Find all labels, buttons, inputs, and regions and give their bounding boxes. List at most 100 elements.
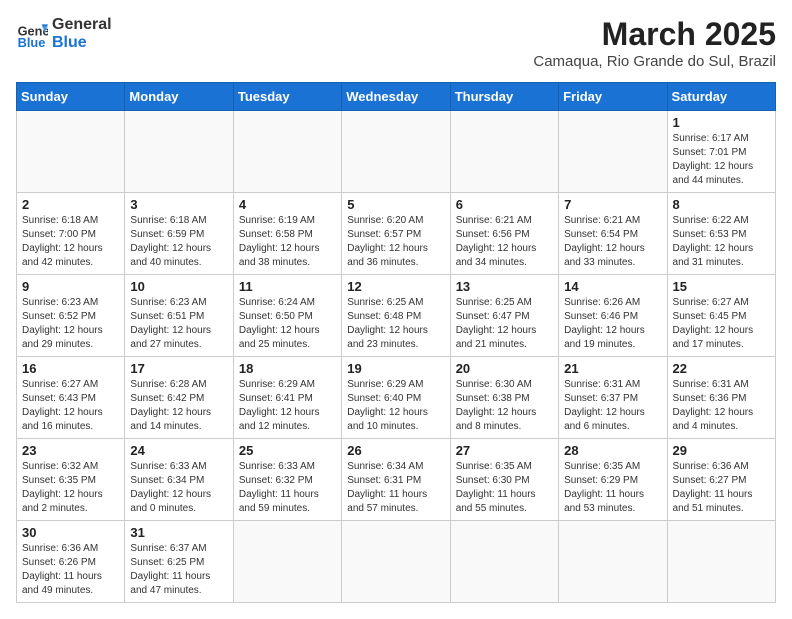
calendar-cell: 5 Sunrise: 6:20 AM Sunset: 6:57 PM Daylig…	[342, 193, 450, 275]
day-info: Sunrise: 6:21 AM Sunset: 6:56 PM Dayligh…	[456, 214, 553, 270]
calendar-cell	[450, 111, 558, 193]
day-info: Sunrise: 6:33 AM Sunset: 6:32 PM Dayligh…	[239, 460, 336, 516]
day-info: Sunrise: 6:35 AM Sunset: 6:30 PM Dayligh…	[456, 460, 553, 516]
day-number: 23	[22, 443, 119, 458]
calendar-cell: 15Sunrise: 6:27 AM Sunset: 6:45 PM Dayli…	[667, 275, 775, 357]
calendar-cell: 8Sunrise: 6:22 AM Sunset: 6:53 PM Daylig…	[667, 193, 775, 275]
weekday-saturday: Saturday	[667, 83, 775, 111]
day-number: 20	[456, 361, 553, 376]
calendar-cell: 23 Sunrise: 6:32 AM Sunset: 6:35 PM Dayli…	[17, 439, 125, 521]
calendar-cell: 17 Sunrise: 6:28 AM Sunset: 6:42 PM Dayli…	[125, 357, 233, 439]
weekday-sunday: Sunday	[17, 83, 125, 111]
calendar-cell: 12 Sunrise: 6:25 AM Sunset: 6:48 PM Dayli…	[342, 275, 450, 357]
day-number: 10	[130, 279, 227, 294]
calendar-cell	[559, 111, 667, 193]
day-info: Sunrise: 6:18 AM Sunset: 6:59 PM Dayligh…	[130, 214, 227, 270]
calendar-cell: 7Sunrise: 6:21 AM Sunset: 6:54 PM Daylig…	[559, 193, 667, 275]
day-number: 30	[22, 525, 119, 540]
calendar-cell	[667, 521, 775, 603]
day-info: Sunrise: 6:37 AM Sunset: 6:25 PM Dayligh…	[130, 542, 227, 598]
day-number: 2	[22, 197, 119, 212]
calendar-cell: 2 Sunrise: 6:18 AM Sunset: 7:00 PM Daylig…	[17, 193, 125, 275]
calendar-cell: 26Sunrise: 6:34 AM Sunset: 6:31 PM Dayli…	[342, 439, 450, 521]
day-number: 13	[456, 279, 553, 294]
calendar-cell: 6 Sunrise: 6:21 AM Sunset: 6:56 PM Daylig…	[450, 193, 558, 275]
day-number: 7	[564, 197, 661, 212]
calendar-cell	[233, 521, 341, 603]
day-number: 11	[239, 279, 336, 294]
calendar-cell: 20Sunrise: 6:30 AM Sunset: 6:38 PM Dayli…	[450, 357, 558, 439]
day-number: 8	[673, 197, 770, 212]
calendar-cell: 21Sunrise: 6:31 AM Sunset: 6:37 PM Dayli…	[559, 357, 667, 439]
calendar-header: SundayMondayTuesdayWednesdayThursdayFrid…	[17, 83, 776, 111]
calendar-cell: 29Sunrise: 6:36 AM Sunset: 6:27 PM Dayli…	[667, 439, 775, 521]
day-number: 22	[673, 361, 770, 376]
calendar-cell: 27 Sunrise: 6:35 AM Sunset: 6:30 PM Dayli…	[450, 439, 558, 521]
day-info: Sunrise: 6:27 AM Sunset: 6:45 PM Dayligh…	[673, 296, 770, 352]
day-info: Sunrise: 6:35 AM Sunset: 6:29 PM Dayligh…	[564, 460, 661, 516]
day-number: 6	[456, 197, 553, 212]
page-header: General Blue General Blue March 2025 Cam…	[16, 16, 776, 70]
logo-general-text: General	[52, 16, 112, 34]
calendar-cell	[125, 111, 233, 193]
week-row-5: 23 Sunrise: 6:32 AM Sunset: 6:35 PM Dayli…	[17, 439, 776, 521]
day-info: Sunrise: 6:19 AM Sunset: 6:58 PM Dayligh…	[239, 214, 336, 270]
weekday-tuesday: Tuesday	[233, 83, 341, 111]
calendar-cell	[450, 521, 558, 603]
day-info: Sunrise: 6:29 AM Sunset: 6:40 PM Dayligh…	[347, 378, 444, 434]
day-info: Sunrise: 6:36 AM Sunset: 6:26 PM Dayligh…	[22, 542, 119, 598]
logo: General Blue General Blue	[16, 16, 112, 52]
calendar-cell: 1Sunrise: 6:17 AM Sunset: 7:01 PM Daylig…	[667, 111, 775, 193]
calendar-cell: 9 Sunrise: 6:23 AM Sunset: 6:52 PM Daylig…	[17, 275, 125, 357]
calendar-cell	[233, 111, 341, 193]
day-info: Sunrise: 6:20 AM Sunset: 6:57 PM Dayligh…	[347, 214, 444, 270]
calendar-cell	[342, 521, 450, 603]
calendar-cell: 24Sunrise: 6:33 AM Sunset: 6:34 PM Dayli…	[125, 439, 233, 521]
calendar-cell: 3 Sunrise: 6:18 AM Sunset: 6:59 PM Daylig…	[125, 193, 233, 275]
week-row-1: 1Sunrise: 6:17 AM Sunset: 7:01 PM Daylig…	[17, 111, 776, 193]
day-info: Sunrise: 6:28 AM Sunset: 6:42 PM Dayligh…	[130, 378, 227, 434]
day-number: 28	[564, 443, 661, 458]
calendar-cell: 4Sunrise: 6:19 AM Sunset: 6:58 PM Daylig…	[233, 193, 341, 275]
week-row-2: 2 Sunrise: 6:18 AM Sunset: 7:00 PM Daylig…	[17, 193, 776, 275]
day-info: Sunrise: 6:32 AM Sunset: 6:35 PM Dayligh…	[22, 460, 119, 516]
week-row-3: 9 Sunrise: 6:23 AM Sunset: 6:52 PM Daylig…	[17, 275, 776, 357]
day-info: Sunrise: 6:27 AM Sunset: 6:43 PM Dayligh…	[22, 378, 119, 434]
calendar-cell	[342, 111, 450, 193]
day-number: 5	[347, 197, 444, 212]
weekday-wednesday: Wednesday	[342, 83, 450, 111]
weekday-row: SundayMondayTuesdayWednesdayThursdayFrid…	[17, 83, 776, 111]
calendar-cell: 16Sunrise: 6:27 AM Sunset: 6:43 PM Dayli…	[17, 357, 125, 439]
calendar-table: SundayMondayTuesdayWednesdayThursdayFrid…	[16, 82, 776, 603]
day-number: 3	[130, 197, 227, 212]
day-info: Sunrise: 6:33 AM Sunset: 6:34 PM Dayligh…	[130, 460, 227, 516]
calendar-cell	[17, 111, 125, 193]
week-row-4: 16Sunrise: 6:27 AM Sunset: 6:43 PM Dayli…	[17, 357, 776, 439]
day-info: Sunrise: 6:18 AM Sunset: 7:00 PM Dayligh…	[22, 214, 119, 270]
day-info: Sunrise: 6:25 AM Sunset: 6:48 PM Dayligh…	[347, 296, 444, 352]
day-info: Sunrise: 6:23 AM Sunset: 6:52 PM Dayligh…	[22, 296, 119, 352]
title-area: March 2025 Camaqua, Rio Grande do Sul, B…	[533, 16, 776, 70]
day-number: 27	[456, 443, 553, 458]
calendar-cell	[559, 521, 667, 603]
day-number: 12	[347, 279, 444, 294]
day-info: Sunrise: 6:25 AM Sunset: 6:47 PM Dayligh…	[456, 296, 553, 352]
day-info: Sunrise: 6:17 AM Sunset: 7:01 PM Dayligh…	[673, 132, 770, 188]
day-number: 9	[22, 279, 119, 294]
weekday-monday: Monday	[125, 83, 233, 111]
weekday-friday: Friday	[559, 83, 667, 111]
calendar-cell: 14Sunrise: 6:26 AM Sunset: 6:46 PM Dayli…	[559, 275, 667, 357]
calendar-cell: 13 Sunrise: 6:25 AM Sunset: 6:47 PM Dayli…	[450, 275, 558, 357]
week-row-6: 30 Sunrise: 6:36 AM Sunset: 6:26 PM Dayli…	[17, 521, 776, 603]
calendar-cell: 22Sunrise: 6:31 AM Sunset: 6:36 PM Dayli…	[667, 357, 775, 439]
calendar-body: 1Sunrise: 6:17 AM Sunset: 7:01 PM Daylig…	[17, 111, 776, 603]
day-info: Sunrise: 6:36 AM Sunset: 6:27 PM Dayligh…	[673, 460, 770, 516]
logo-icon: General Blue	[16, 18, 48, 50]
day-number: 17	[130, 361, 227, 376]
day-number: 21	[564, 361, 661, 376]
page-subtitle: Camaqua, Rio Grande do Sul, Brazil	[533, 53, 776, 70]
calendar-cell: 18Sunrise: 6:29 AM Sunset: 6:41 PM Dayli…	[233, 357, 341, 439]
calendar-cell: 30 Sunrise: 6:36 AM Sunset: 6:26 PM Dayli…	[17, 521, 125, 603]
day-info: Sunrise: 6:26 AM Sunset: 6:46 PM Dayligh…	[564, 296, 661, 352]
day-info: Sunrise: 6:23 AM Sunset: 6:51 PM Dayligh…	[130, 296, 227, 352]
